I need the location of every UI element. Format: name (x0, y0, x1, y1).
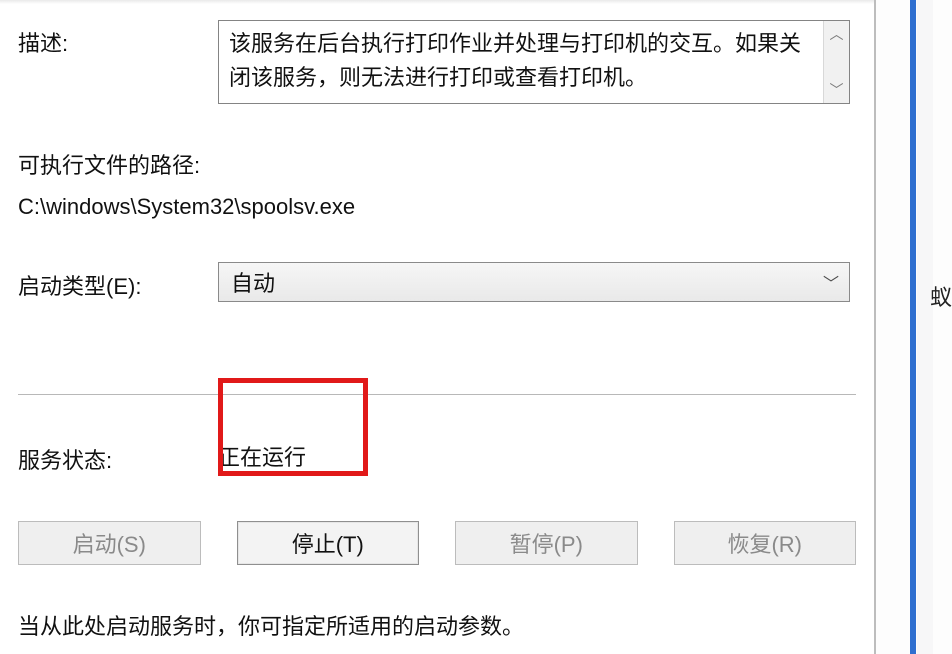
window-right-edge: 蚁 (907, 0, 952, 654)
service-status-value: 正在运行 (218, 440, 306, 472)
startup-type-value: 自动 (231, 266, 275, 298)
section-separator (18, 394, 856, 395)
vertical-accent-strip (910, 0, 916, 654)
resume-button: 恢复(R) (674, 521, 857, 565)
start-button: 启动(S) (18, 521, 201, 565)
service-status-label: 服务状态: (18, 437, 218, 475)
description-textarea[interactable]: 该服务在后台执行打印作业并处理与打印机的交互。如果关闭该服务，则无法进行打印或查… (218, 20, 850, 104)
startup-type-combobox[interactable]: 自动 ﹀ (218, 262, 850, 302)
description-text: 该服务在后台执行打印作业并处理与打印机的交互。如果关闭该服务，则无法进行打印或查… (219, 21, 823, 103)
startup-type-label: 启动类型(E): (18, 263, 218, 301)
exe-path-value: C:\windows\System32\spoolsv.exe (18, 194, 874, 220)
service-control-buttons: 启动(S) 停止(T) 暂停(P) 恢复(R) (18, 521, 856, 565)
scroll-up-icon[interactable]: ︿ (824, 21, 849, 47)
service-properties-panel: 描述: 该服务在后台执行打印作业并处理与打印机的交互。如果关闭该服务，则无法进行… (0, 0, 876, 654)
stop-button[interactable]: 停止(T) (237, 521, 420, 565)
description-label: 描述: (18, 20, 218, 58)
start-params-hint: 当从此处启动服务时，你可指定所适用的启动参数。 (18, 609, 874, 641)
chevron-down-icon: ﹀ (823, 270, 839, 294)
background-window-char: 蚁 (930, 280, 952, 312)
scroll-down-icon[interactable]: ﹀ (824, 77, 849, 103)
description-scrollbar[interactable]: ︿ ﹀ (823, 21, 849, 103)
exe-path-label: 可执行文件的路径: (18, 148, 874, 180)
pause-button: 暂停(P) (455, 521, 638, 565)
